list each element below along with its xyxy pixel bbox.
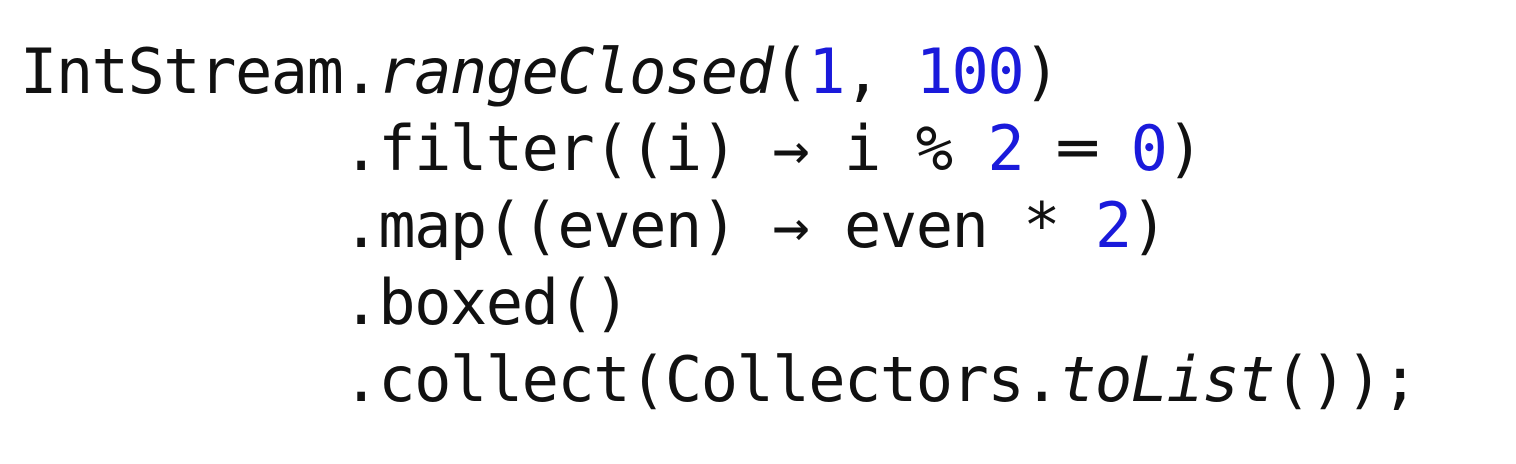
code-line-4: .boxed() [20, 264, 1417, 341]
code-block: IntStream.rangeClosed(1, 100) .filter((i… [20, 33, 1419, 418]
code-line-3: .map((even) → even * 2) [20, 187, 1417, 264]
number-token: 2 [1094, 189, 1132, 262]
filter-call-token: .filter((i) → i % [342, 112, 988, 185]
method-token-tolist: toList [1059, 343, 1275, 416]
dot-token: . [342, 35, 379, 108]
number-token: 100 [915, 35, 1025, 108]
code-line-1: IntStream.rangeClosed(1, 100) [20, 33, 1417, 110]
number-token: 2 [987, 112, 1024, 185]
boxed-call-token: .boxed() [342, 266, 630, 339]
number-token: 1 [808, 35, 845, 108]
comma-token: , [844, 35, 916, 108]
paren-token: ( [772, 35, 809, 108]
equals-operator-token: ═ [1023, 112, 1131, 185]
map-call-token: .map((even) → even * [342, 189, 1095, 262]
paren-token: ) [1166, 112, 1203, 185]
collect-call-token: .collect(Collectors. [342, 343, 1060, 416]
class-name-token: IntStream [20, 35, 344, 108]
code-line-5: .collect(Collectors.toList()); [20, 341, 1419, 418]
code-line-2: .filter((i) → i % 2 ═ 0) [20, 110, 1417, 187]
number-token: 0 [1130, 112, 1168, 185]
paren-token: ) [1130, 189, 1168, 262]
paren-token: ) [1023, 35, 1060, 108]
paren-token: ()); [1273, 343, 1419, 416]
method-token-rangeclosed: rangeClosed [378, 35, 774, 108]
